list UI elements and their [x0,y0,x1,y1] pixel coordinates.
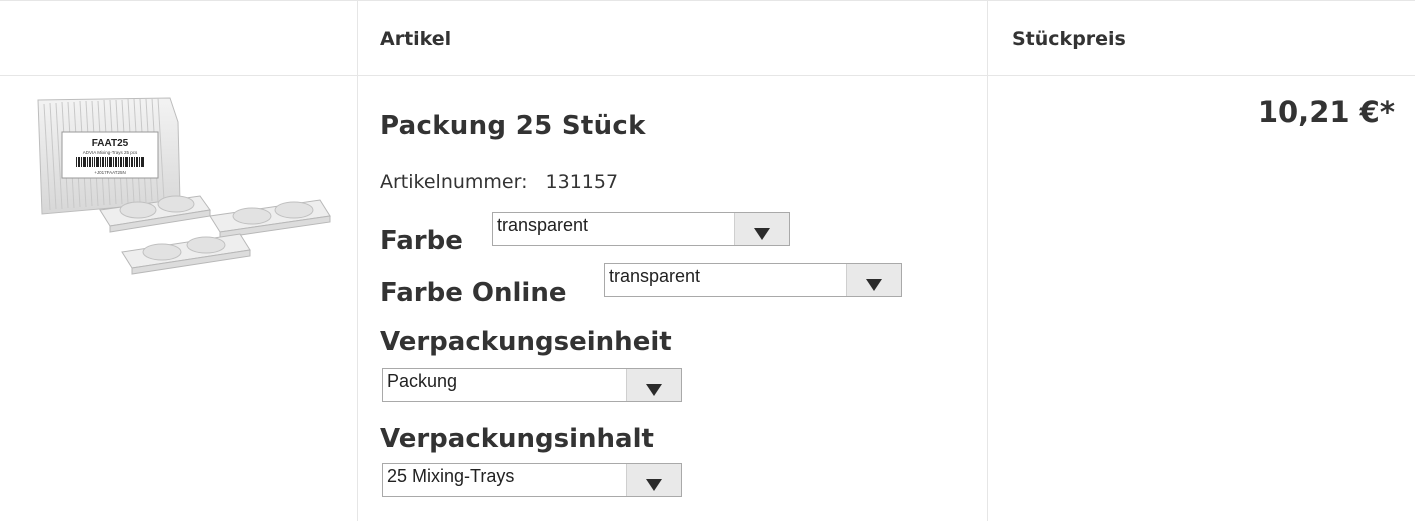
farbe-online-label: Farbe Online [380,278,567,308]
farbe-label: Farbe [380,226,463,256]
image-barcode-text: +J017FAAT25N [94,170,126,175]
header-artikel: Artikel [380,28,452,50]
article-number-value: 131157 [545,171,619,193]
verpackungseinheit-select-value: Packung [387,371,458,391]
product-title[interactable]: Packung 25 Stück [380,111,646,141]
dropdown-button[interactable] [734,213,789,245]
verpackungseinheit-select[interactable]: Packung [382,368,682,402]
farbe-select-value: transparent [497,215,589,235]
chevron-down-icon [646,384,662,396]
header-stueckpreis: Stückpreis [1012,28,1126,50]
cart-table: Artikel Stückpreis FAAT25 ADVIA Mixing-T… [0,0,1415,521]
verpackungsinhalt-label: Verpackungsinhalt [380,424,654,454]
product-image[interactable]: FAAT25 ADVIA Mixing-Trays 25 pcs +J017FA… [30,92,340,282]
farbe-select[interactable]: transparent [492,212,790,246]
mixing-trays-image: FAAT25 ADVIA Mixing-Trays 25 pcs +J017FA… [37,97,331,275]
farbe-online-select[interactable]: transparent [604,263,902,297]
verpackungsinhalt-select-value: 25 Mixing-Trays [387,466,515,486]
image-label: FAAT25 [92,138,129,149]
article-number: Artikelnummer: 131157 [380,171,618,193]
table-header [0,0,1415,76]
farbe-online-select-value: transparent [609,266,701,286]
column-divider [987,0,988,521]
column-divider [357,0,358,521]
dropdown-button[interactable] [626,369,681,401]
chevron-down-icon [754,228,770,240]
dropdown-button[interactable] [626,464,681,496]
image-sublabel: ADVIA Mixing-Trays 25 pcs [83,150,138,155]
chevron-down-icon [866,279,882,291]
article-number-label: Artikelnummer: [380,171,528,193]
verpackungsinhalt-select[interactable]: 25 Mixing-Trays [382,463,682,497]
dropdown-button[interactable] [846,264,901,296]
chevron-down-icon [646,479,662,491]
verpackungseinheit-label: Verpackungseinheit [380,327,672,357]
unit-price: 10,21 €* [1257,95,1395,129]
